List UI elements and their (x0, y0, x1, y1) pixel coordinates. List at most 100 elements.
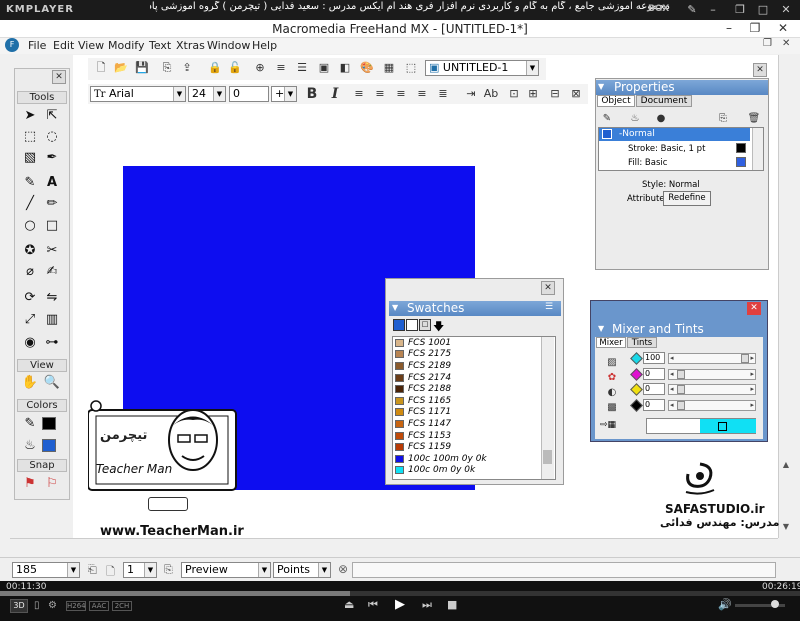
menu-help[interactable]: Help (252, 39, 277, 52)
menu-view[interactable]: View (78, 39, 104, 52)
tab-object[interactable]: Object (597, 95, 635, 107)
attr-row-fill[interactable]: Fill: Basic (628, 158, 667, 168)
rotate-tool-icon[interactable]: ⟳ (20, 288, 40, 308)
channel-y-slider[interactable]: ◂ ▸ (668, 384, 756, 395)
brush-tool-icon[interactable]: ✍ (42, 262, 62, 282)
zoom-select[interactable]: 185 ▼ (12, 562, 80, 578)
next-page-icon[interactable]: ⎘ (164, 563, 173, 577)
menu-window[interactable]: Window (207, 39, 250, 52)
slider-left-icon[interactable]: ◂ (670, 401, 674, 409)
swatch-item[interactable]: FCS 1153 (393, 430, 555, 442)
freeform-tool-icon[interactable]: ✪ (20, 241, 40, 261)
tools-close-icon[interactable]: ✕ (52, 70, 66, 84)
leading-mode-select[interactable]: + ▼ (271, 86, 297, 102)
redefine-button[interactable]: Redefine (663, 191, 711, 206)
swatch-item[interactable]: FCS 1165 (393, 395, 555, 407)
page-select[interactable]: 1 ▼ (123, 562, 157, 578)
layers-icon[interactable]: ≡ (272, 59, 290, 77)
player-minimize-icon[interactable]: – (706, 3, 720, 17)
units-select[interactable]: Points ▼ (273, 562, 331, 578)
attr-scrollbar[interactable] (752, 128, 763, 170)
swatches-toolbar-icon[interactable]: ◧ (336, 59, 354, 77)
slider-left-icon[interactable]: ◂ (670, 370, 674, 378)
ellipse-tool-icon[interactable]: ○ (20, 216, 40, 236)
add-effect-icon[interactable]: ● (652, 110, 670, 128)
tab-tints[interactable]: Tints (627, 337, 657, 348)
eyedropper-tool-icon[interactable]: ✒ (42, 148, 62, 168)
text-selector-icon[interactable]: □ (419, 319, 431, 331)
attr-row-normal[interactable]: -Normal (599, 128, 750, 141)
prev-page-icon[interactable]: ⎗ (88, 563, 97, 577)
pin-icon[interactable]: ✎ (685, 3, 699, 17)
justify-icon[interactable]: ≡ (413, 85, 431, 103)
swatch-item[interactable]: FCS 1171 (393, 407, 555, 419)
swatch-item[interactable]: FCS 2175 (393, 349, 555, 361)
rectangle-tool-icon[interactable]: □ (42, 216, 62, 236)
stroke-color-icon[interactable]: ✎ (20, 414, 40, 434)
reflect-tool-icon[interactable]: ⇋ (42, 288, 62, 308)
font-size-select[interactable]: 24 ▼ (188, 86, 226, 102)
restore-button[interactable]: ❐ (742, 20, 768, 37)
doc-restore-icon[interactable]: ❐ (763, 38, 777, 52)
minimize-button[interactable]: – (716, 20, 742, 37)
slider-right-icon[interactable]: ▸ (750, 354, 754, 362)
channel-m-field[interactable]: 0 (643, 367, 665, 380)
cancel-render-icon[interactable]: ⊗ (338, 562, 348, 576)
page-icon[interactable]: 🗋 (106, 563, 115, 582)
slider-thumb[interactable] (677, 369, 685, 379)
slider-thumb[interactable] (741, 354, 749, 363)
collapse-icon[interactable]: ▼ (598, 82, 604, 91)
volume-knob[interactable] (771, 600, 779, 608)
swatch-item[interactable]: FCS 2174 (393, 372, 555, 384)
snap-point-icon[interactable]: ⚐ (42, 474, 62, 494)
mixer-collapse-icon[interactable]: ▼ (598, 324, 604, 333)
text-effect-icon[interactable]: Ab (482, 85, 500, 103)
scroll-up-icon[interactable]: ▲ (780, 460, 792, 474)
doc-close-icon[interactable]: ✕ (782, 38, 796, 52)
scale-tool-icon[interactable]: ⤢ (20, 310, 40, 330)
swatch-item[interactable]: 100c 0m 0y 0k (393, 465, 555, 477)
swatches-options-icon[interactable]: ☰ (545, 302, 553, 312)
transform-icon[interactable]: ⬚ (402, 59, 420, 77)
unlock-icon[interactable]: 🔓 (226, 59, 244, 77)
fill-color-icon[interactable]: ♨ (20, 436, 40, 456)
pen-tool-icon[interactable]: ✎ (20, 173, 40, 193)
slider-thumb[interactable] (677, 385, 685, 394)
settings-gear-icon[interactable]: ⚙ (48, 600, 57, 611)
close-button[interactable]: ✕ (770, 20, 796, 37)
capture-icon[interactable]: ▯ (34, 600, 40, 611)
grid-icon[interactable]: ▦ (380, 59, 398, 77)
add-swatch-icon[interactable]: 🡇 (433, 318, 444, 337)
italic-button[interactable]: I (326, 85, 344, 103)
player-restore-icon[interactable]: ❐ (733, 3, 747, 17)
export-icon[interactable]: ⇪ (178, 59, 196, 77)
lock-icon[interactable]: 🔒 (206, 59, 224, 77)
subselect-tool-icon[interactable]: ⇱ (42, 106, 62, 126)
fill-swatch[interactable] (736, 157, 746, 167)
3d-button[interactable]: 3D (10, 599, 28, 613)
menu-xtras[interactable]: Xtras (176, 39, 205, 52)
stroke-color-swatch[interactable] (42, 417, 56, 430)
library-icon[interactable]: ▣ (315, 59, 333, 77)
next-track-icon[interactable]: ⏭ (422, 598, 432, 612)
tab-document[interactable]: Document (636, 95, 692, 107)
swatch-scroll-thumb[interactable] (543, 450, 552, 464)
horizontal-scrollbar[interactable] (10, 538, 778, 552)
knife-tool-icon[interactable]: ✂ (42, 241, 62, 261)
menu-file[interactable]: File (28, 39, 46, 52)
channel-y-field[interactable]: 0 (643, 383, 665, 395)
flow-inside-icon[interactable]: ⊞ (524, 85, 542, 103)
font-select[interactable]: Tr Arial ▼ (90, 86, 186, 102)
swatches-close-icon[interactable]: ✕ (541, 281, 555, 295)
stroke-swatch[interactable] (736, 143, 746, 153)
styles-icon[interactable]: ☰ (293, 59, 311, 77)
player-close-icon[interactable]: ✕ (779, 3, 793, 17)
document-icon[interactable]: F (5, 38, 19, 52)
palette-icon[interactable]: 🎨 (358, 59, 376, 77)
open-icon[interactable]: 📂 (112, 59, 130, 77)
delete-attr-icon[interactable]: 🗑 (745, 110, 763, 128)
channel-k-slider[interactable]: ◂ ▸ (668, 399, 756, 411)
channel-k-field[interactable]: 0 (643, 398, 665, 411)
bold-button[interactable]: B (303, 85, 321, 103)
system-picker-icon[interactable]: ▩ (603, 399, 621, 417)
